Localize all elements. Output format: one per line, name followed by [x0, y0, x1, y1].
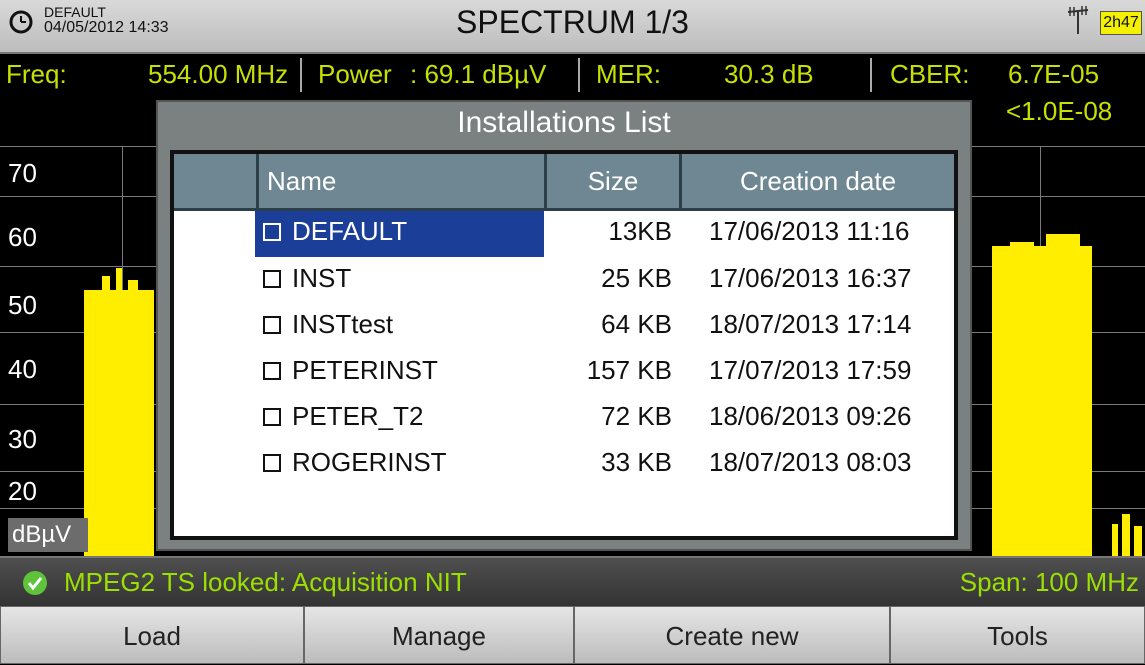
separator [870, 58, 872, 92]
antenna-icon [1067, 6, 1089, 34]
spectrum-trace [1046, 234, 1080, 248]
y-tick-label: 40 [8, 354, 37, 384]
spectrum-trace [992, 246, 1092, 556]
mer-label: MER: [596, 59, 661, 89]
y-tick-label: 20 [8, 476, 37, 506]
row-checkbox[interactable] [263, 408, 281, 426]
header-bar: DEFAULT 04/05/2012 14:33 SPECTRUM 1/3 2h… [0, 0, 1145, 54]
freq-label: Freq: [6, 59, 67, 89]
installation-date: 17/06/2013 16:37 [709, 263, 912, 293]
installation-date: 18/06/2013 09:26 [709, 401, 912, 431]
installation-size: 72 KB [601, 401, 672, 431]
span-value: Span: 100 MHz [959, 567, 1139, 597]
dialog-title: Installations List [457, 106, 671, 139]
installation-name: ROGERINST [292, 447, 447, 477]
spectrum-trace [1112, 524, 1118, 556]
manage-button[interactable]: Manage [304, 606, 574, 664]
power-label: Power [318, 59, 392, 89]
power-value: : 69.1 dBµV [410, 59, 547, 89]
cber-value: 6.7E-05 [1008, 59, 1100, 89]
cber-label: CBER: [890, 59, 970, 89]
spectrum-trace [1122, 514, 1130, 556]
unit-label: dBµV [8, 518, 88, 552]
installation-size: 33 KB [601, 447, 672, 477]
column-header-creation-date[interactable]: Creation date [679, 154, 954, 208]
screen-title: SPECTRUM 1/3 [456, 4, 689, 40]
spectrum-trace [116, 268, 122, 294]
checkmark-icon [23, 571, 47, 595]
vber-value: <1.0E-08 [1006, 96, 1113, 126]
installation-name: INSTtest [292, 309, 394, 339]
installation-name: PETER_T2 [292, 401, 424, 431]
row-checkbox[interactable] [263, 316, 281, 334]
installation-size: 157 KB [586, 355, 672, 385]
separator [300, 58, 302, 92]
status-message: MPEG2 TS looked: Acquisition NIT [64, 567, 467, 597]
spectrum-trace [84, 290, 154, 556]
load-button[interactable]: Load [0, 606, 304, 664]
measurement-bar: Freq: 554.00 MHz Power : 69.1 dBµV MER: … [0, 54, 1145, 96]
installation-name: DEFAULT [44, 4, 106, 20]
list-item[interactable]: PETER_T2 72 KB 18/06/2013 09:26 [174, 396, 954, 438]
battery-icon: 2h47 [1100, 11, 1142, 35]
create-new-button[interactable]: Create new [574, 606, 890, 664]
installation-date: 17/07/2013 17:59 [709, 355, 912, 385]
softkey-bar: Load Manage Create new Tools [0, 606, 1145, 664]
row-checkbox[interactable] [263, 223, 281, 241]
row-checkbox[interactable] [263, 362, 281, 380]
mer-value: 30.3 dB [724, 59, 814, 89]
tools-button[interactable]: Tools [890, 606, 1145, 664]
list-item[interactable]: ROGERINST 33 KB 18/07/2013 08:03 [174, 442, 954, 484]
spectrum-trace [1134, 526, 1142, 556]
installation-date: 17/06/2013 11:16 [709, 216, 910, 246]
status-bar: MPEG2 TS looked: Acquisition NIT Span: 1… [0, 556, 1145, 606]
installation-date: 18/07/2013 08:03 [709, 447, 912, 477]
y-tick-label: 70 [8, 158, 37, 188]
spectrum-trace [1010, 242, 1034, 252]
installation-name: INST [292, 263, 352, 293]
installation-date: 18/07/2013 17:14 [709, 309, 912, 339]
list-item[interactable]: INSTtest 64 KB 18/07/2013 17:14 [174, 304, 954, 346]
installations-list[interactable]: Name Size Creation date DEFAULT 13KB 17/… [170, 150, 958, 540]
column-header-name[interactable]: Name [256, 154, 544, 208]
y-tick-label: 60 [8, 222, 37, 252]
list-header: Name Size Creation date [174, 154, 954, 211]
column-header-size[interactable]: Size [544, 154, 679, 208]
list-item[interactable]: DEFAULT 13KB 17/06/2013 11:16 [174, 211, 954, 257]
spectrum-trace [102, 276, 110, 296]
y-tick-label: 50 [8, 290, 37, 320]
separator [578, 58, 580, 92]
installation-size: 13KB [608, 216, 672, 246]
installation-size: 25 KB [601, 263, 672, 293]
list-item[interactable]: PETERINST 157 KB 17/07/2013 17:59 [174, 350, 954, 392]
installations-dialog: Installations List Name Size Creation da… [156, 100, 972, 551]
freq-value: 554.00 MHz [148, 59, 289, 89]
installation-name: DEFAULT [292, 216, 408, 246]
installation-size: 64 KB [601, 309, 672, 339]
clock-icon [9, 10, 33, 34]
spectrum-trace [128, 280, 138, 296]
installation-name: PETERINST [292, 355, 438, 385]
list-item[interactable]: INST 25 KB 17/06/2013 16:37 [174, 258, 954, 300]
row-checkbox[interactable] [263, 454, 281, 472]
y-tick-label: 30 [8, 424, 37, 454]
row-checkbox[interactable] [263, 270, 281, 288]
header-datetime: 04/05/2012 14:33 [44, 19, 169, 36]
